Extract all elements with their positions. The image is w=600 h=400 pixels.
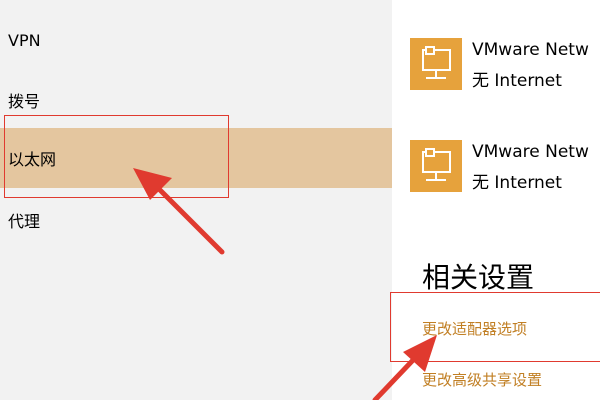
network-adapter-icon [410, 38, 462, 90]
adapter-status: 无 Internet [472, 173, 562, 193]
change-advanced-sharing-link[interactable]: 更改高级共享设置 [422, 369, 542, 390]
sidebar-item-label: 拨号 [8, 92, 41, 111]
adapter-status: 无 Internet [472, 71, 562, 91]
sidebar-item-label: 代理 [8, 212, 41, 231]
network-adapter-icon [410, 140, 462, 192]
network-adapter-item[interactable]: VMware Netw 无 Internet [410, 140, 600, 196]
sidebar-item-proxy[interactable]: 代理 [0, 190, 392, 250]
sidebar-item-vpn[interactable]: VPN [0, 10, 392, 70]
sidebar-item-label: VPN [8, 30, 41, 50]
settings-sidebar: VPN 拨号 以太网 代理 [0, 0, 392, 400]
related-settings-heading: 相关设置 [422, 261, 535, 294]
highlight-box-ethernet [4, 115, 229, 198]
highlight-box-adapter-options [390, 292, 600, 362]
adapter-name: VMware Netw [472, 40, 589, 60]
network-adapter-item[interactable]: VMware Netw 无 Internet [410, 38, 600, 94]
adapter-name: VMware Netw [472, 142, 589, 162]
